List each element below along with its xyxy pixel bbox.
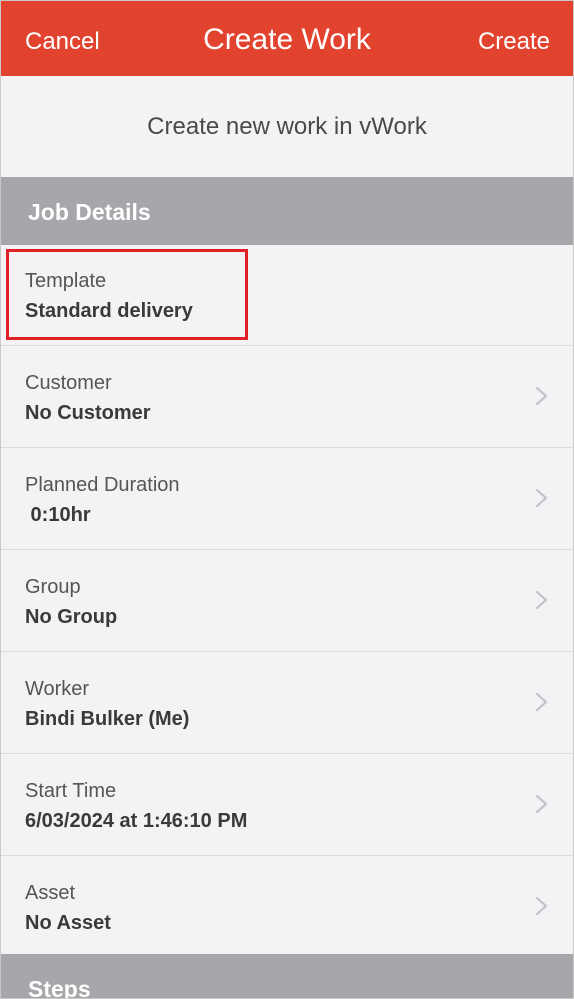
page-subtitle: Create new work in vWork <box>147 113 427 140</box>
section-header-label: Steps <box>28 976 91 999</box>
field-label: Customer <box>25 372 112 394</box>
field-row-planned-duration[interactable]: Planned Duration 0:10hr <box>1 448 573 550</box>
field-row-group[interactable]: Group No Group <box>1 550 573 652</box>
field-value: 0:10hr <box>25 504 91 526</box>
field-value: No Customer <box>25 402 151 424</box>
field-row-customer[interactable]: Customer No Customer <box>1 346 573 448</box>
chevron-right-icon <box>535 794 548 814</box>
field-value: No Group <box>25 606 118 628</box>
section-header-steps: Steps <box>1 954 573 999</box>
field-label: Group <box>25 576 81 598</box>
create-button[interactable]: Create <box>478 28 550 56</box>
field-label: Template <box>25 270 107 292</box>
field-label: Asset <box>25 882 76 904</box>
job-details-list: Template Standard delivery Customer No C… <box>1 244 573 957</box>
field-row-template[interactable]: Template Standard delivery <box>1 244 573 346</box>
section-header-job-details: Job Details <box>1 177 573 245</box>
field-row-asset[interactable]: Asset No Asset <box>1 856 573 957</box>
field-value: Bindi Bulker (Me) <box>25 708 190 730</box>
field-row-start-time[interactable]: Start Time 6/03/2024 at 1:46:10 PM <box>1 754 573 856</box>
field-row-worker[interactable]: Worker Bindi Bulker (Me) <box>1 652 573 754</box>
field-label: Start Time <box>25 780 117 802</box>
navigation-bar: Cancel Create Work Create <box>1 1 573 76</box>
field-value: No Asset <box>25 912 111 934</box>
chevron-right-icon <box>535 896 548 916</box>
chevron-right-icon <box>535 386 548 406</box>
field-value: Standard delivery <box>25 300 193 322</box>
chevron-right-icon <box>535 692 548 712</box>
section-header-label: Job Details <box>28 199 151 225</box>
screen: Cancel Create Work Create Create new wor… <box>0 0 574 999</box>
field-value: 6/03/2024 at 1:46:10 PM <box>25 810 248 832</box>
chevron-right-icon <box>535 488 548 508</box>
chevron-right-icon <box>535 590 548 610</box>
field-label: Worker <box>25 678 90 700</box>
field-label: Planned Duration <box>25 474 180 496</box>
